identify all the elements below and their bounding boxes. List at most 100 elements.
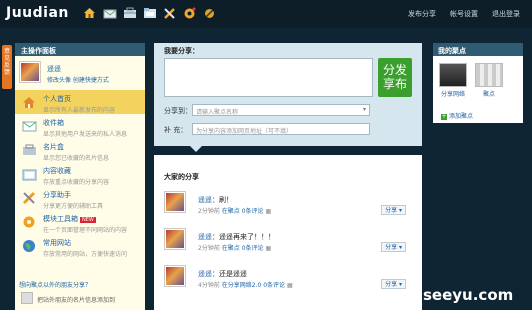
sidebar-item-desc: 分享更方便的辅助工具 xyxy=(43,203,104,210)
sidebar-item-share-helper[interactable]: 分享助手 分享更方便的辅助工具 xyxy=(15,186,145,210)
spot-label[interactable]: 聚点 xyxy=(475,89,503,98)
sidebar-title: 主操作面板 xyxy=(15,43,145,56)
top-bar: Juudian 发布分享 帐号设置 退出登录 xyxy=(0,0,532,28)
contact-card-icon xyxy=(21,292,33,304)
spot-thumbnail[interactable] xyxy=(439,63,467,87)
feed-title: 大家的分享 xyxy=(164,173,199,181)
sidebar-item-inbox[interactable]: 收件箱 显示其他用户发送来的私人消息 xyxy=(15,114,145,138)
share-composer: 我要分享： 分发享布 分享到： 请输入聚点名称 ▾ 补 充： 为分享内容添加网页地… xyxy=(154,43,422,146)
feed-post: 遥遥：遥遥再来了！！！ 2分钟前 在聚点 0条评论 ▦ 分享 ▾ xyxy=(164,228,416,264)
post-user[interactable]: 遥遥 xyxy=(198,270,212,278)
sidebar-item-label: 名片盒 xyxy=(43,143,64,151)
globe-icon xyxy=(21,238,37,254)
user-links[interactable]: 修改头像 创建快捷方式 xyxy=(47,75,109,84)
sidebar-item-desc: 存放重点收藏的分享内容 xyxy=(43,179,110,186)
user-block: 遥遥 修改头像 创建快捷方式 xyxy=(15,56,145,88)
spot-item[interactable]: 聚点 xyxy=(475,63,503,98)
sidebar-footer-text: 把站外朋友的名片信息添加到 xyxy=(37,297,116,304)
publish-share-link[interactable]: 发布分享 xyxy=(408,9,436,19)
toolbox-icon xyxy=(21,214,37,230)
home-icon[interactable] xyxy=(82,6,97,20)
sidebar-item-label: 收件箱 xyxy=(43,119,64,127)
mail-icon[interactable] xyxy=(102,6,117,20)
share-button[interactable]: 分享 ▾ xyxy=(381,205,406,215)
sidebar-item-label: 个人首页 xyxy=(43,95,71,103)
feedback-tab[interactable]: 意见反馈 xyxy=(2,45,12,89)
sidebar-item-desc: 显示您已收藏的名片信息 xyxy=(43,155,110,162)
folder-icon[interactable] xyxy=(142,6,157,20)
post-meta: 4分钟前 在分享网络2.0 0条评论 ▦ xyxy=(198,282,293,289)
sidebar-item-toolbox[interactable]: 模块工具箱 NEW 在一个页面管理不同网站的内容 xyxy=(15,210,145,234)
account-settings-link[interactable]: 帐号设置 xyxy=(450,9,478,19)
card-icon xyxy=(21,142,37,158)
share-textarea[interactable] xyxy=(164,58,373,97)
spots-list: 分享网络 聚点 xyxy=(439,63,503,98)
favorite-icon[interactable]: ▦ xyxy=(287,282,293,289)
sidebar-item-cards[interactable]: 名片盒 显示您已收藏的名片信息 xyxy=(15,138,145,162)
post-text: 遥遥：刷！ xyxy=(198,196,233,204)
sidebar-footer-question[interactable]: 想向聚点以外的朋友分享？ xyxy=(19,280,91,289)
nav-icons xyxy=(82,6,217,20)
post-meta: 2分钟前 在聚点 0条评论 ▦ xyxy=(198,208,272,215)
sidebar-item-desc: 存放常用的网站，方便快速访问 xyxy=(43,251,128,258)
sidebar-item-desc: 显示所有人最新发布的内容 xyxy=(43,107,116,114)
feed-post: 遥遥：刷！ 2分钟前 在聚点 0条评论 ▦ 分享 ▾ xyxy=(164,191,416,227)
avatar[interactable] xyxy=(164,265,186,287)
post-button[interactable]: 分发享布 xyxy=(378,58,412,97)
post-text: 遥遥：遥遥再来了！！！ xyxy=(198,233,275,241)
composer-pointer xyxy=(190,146,202,152)
post-meta: 2分钟前 在聚点 0条评论 ▦ xyxy=(198,245,272,252)
post-user[interactable]: 遥遥 xyxy=(198,196,212,204)
watermark: seeyu.com xyxy=(423,286,514,304)
home-icon xyxy=(21,94,37,110)
spot-thumbnail[interactable] xyxy=(475,63,503,87)
favorite-icon[interactable]: ▦ xyxy=(265,208,271,215)
my-spots-panel: 我的聚点 分享网络 聚点 + 添加聚点 xyxy=(433,43,523,123)
add-spot-link[interactable]: + 添加聚点 xyxy=(441,111,473,120)
main-content: 我要分享： 分发享布 分享到： 请输入聚点名称 ▾ 补 充： 为分享内容添加网页地… xyxy=(154,43,422,310)
share-to-label: 分享到： xyxy=(164,107,192,115)
settings-icon[interactable] xyxy=(202,6,217,20)
sidebar-item-collection[interactable]: 内容收藏 存放重点收藏的分享内容 xyxy=(15,162,145,186)
sidebar-item-label: 分享助手 xyxy=(43,191,71,199)
share-button[interactable]: 分享 ▾ xyxy=(381,279,406,289)
feed-post: 遥遥：还是遥遥 4分钟前 在分享网络2.0 0条评论 ▦ 分享 ▾ xyxy=(164,265,416,301)
sidebar-item-label: 常用网站 xyxy=(43,239,71,247)
supplement-input[interactable]: 为分享内容添加网页地址（可不填） xyxy=(192,123,370,135)
bag-icon[interactable] xyxy=(122,6,137,20)
post-user[interactable]: 遥遥 xyxy=(198,233,212,241)
avatar[interactable] xyxy=(164,228,186,250)
new-badge: NEW xyxy=(80,217,96,223)
spot-label[interactable]: 分享网络 xyxy=(439,89,467,98)
sidebar-item-desc: 显示其他用户发送来的私人消息 xyxy=(43,131,128,138)
top-links: 发布分享 帐号设置 退出登录 xyxy=(408,9,520,19)
user-name[interactable]: 遥遥 xyxy=(47,64,61,74)
logout-link[interactable]: 退出登录 xyxy=(492,9,520,19)
spot-item[interactable]: 分享网络 xyxy=(439,63,467,98)
plus-icon: + xyxy=(441,113,447,120)
favorite-icon[interactable]: ▦ xyxy=(265,245,271,252)
share-to-input[interactable]: 请输入聚点名称 ▾ xyxy=(192,104,370,116)
avatar[interactable] xyxy=(164,191,186,213)
sidebar-item-desc: 在一个页面管理不同网站的内容 xyxy=(43,227,128,234)
collection-icon xyxy=(21,166,37,182)
my-spots-title: 我的聚点 xyxy=(433,43,523,56)
sidebar-item-label: 内容收藏 xyxy=(43,167,71,175)
post-text: 遥遥：还是遥遥 xyxy=(198,270,247,278)
sidebar-item-websites[interactable]: 常用网站 存放常用的网站，方便快速访问 xyxy=(15,234,145,258)
tools-icon[interactable] xyxy=(162,6,177,20)
tools-icon xyxy=(21,190,37,206)
main-panel-sidebar: 主操作面板 遥遥 修改头像 创建快捷方式 个人首页 显示所有人最新发布的内容 收… xyxy=(15,43,145,310)
feed: 大家的分享 遥遥：刷！ 2分钟前 在聚点 0条评论 ▦ 分享 ▾ 遥遥：遥遥再来… xyxy=(154,155,422,310)
sidebar-item-label: 模块工具箱 NEW xyxy=(43,215,96,223)
inbox-icon xyxy=(21,118,37,134)
chevron-down-icon[interactable]: ▾ xyxy=(363,106,366,113)
avatar[interactable] xyxy=(19,61,41,83)
gear-icon[interactable] xyxy=(182,6,197,20)
composer-title: 我要分享： xyxy=(164,47,199,55)
app-logo[interactable]: Juudian xyxy=(6,5,69,21)
supplement-label: 补 充： xyxy=(164,126,188,134)
sidebar-item-home[interactable]: 个人首页 显示所有人最新发布的内容 xyxy=(15,90,145,114)
sidebar-menu: 个人首页 显示所有人最新发布的内容 收件箱 显示其他用户发送来的私人消息 名片盒… xyxy=(15,90,145,258)
share-button[interactable]: 分享 ▾ xyxy=(381,242,406,252)
